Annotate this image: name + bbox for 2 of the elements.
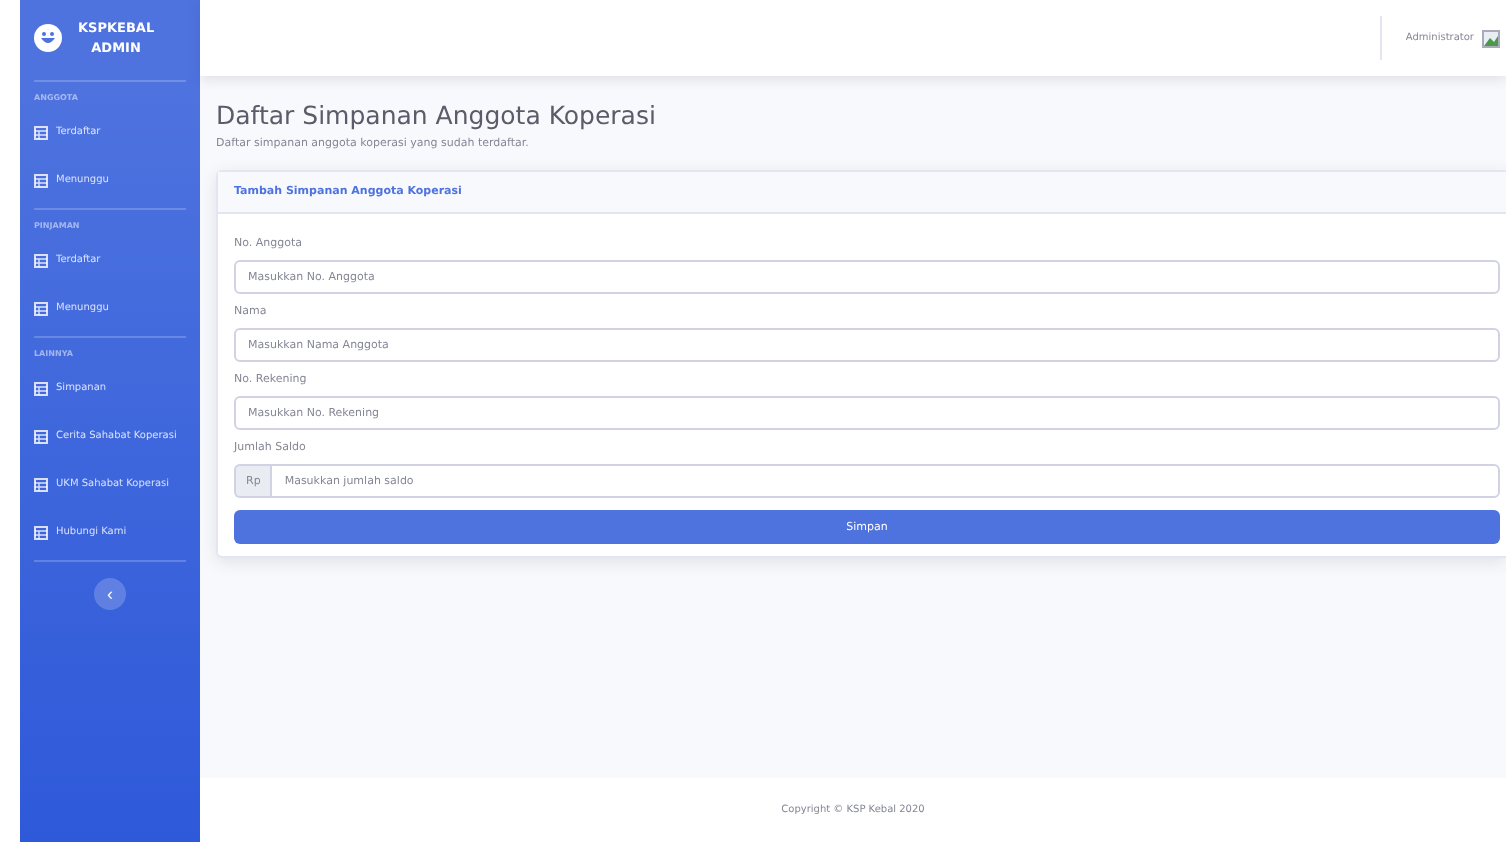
page-title: Daftar Simpanan Anggota Koperasi [216,100,658,130]
sidebar-toggle-button[interactable]: ‹ [94,578,126,610]
